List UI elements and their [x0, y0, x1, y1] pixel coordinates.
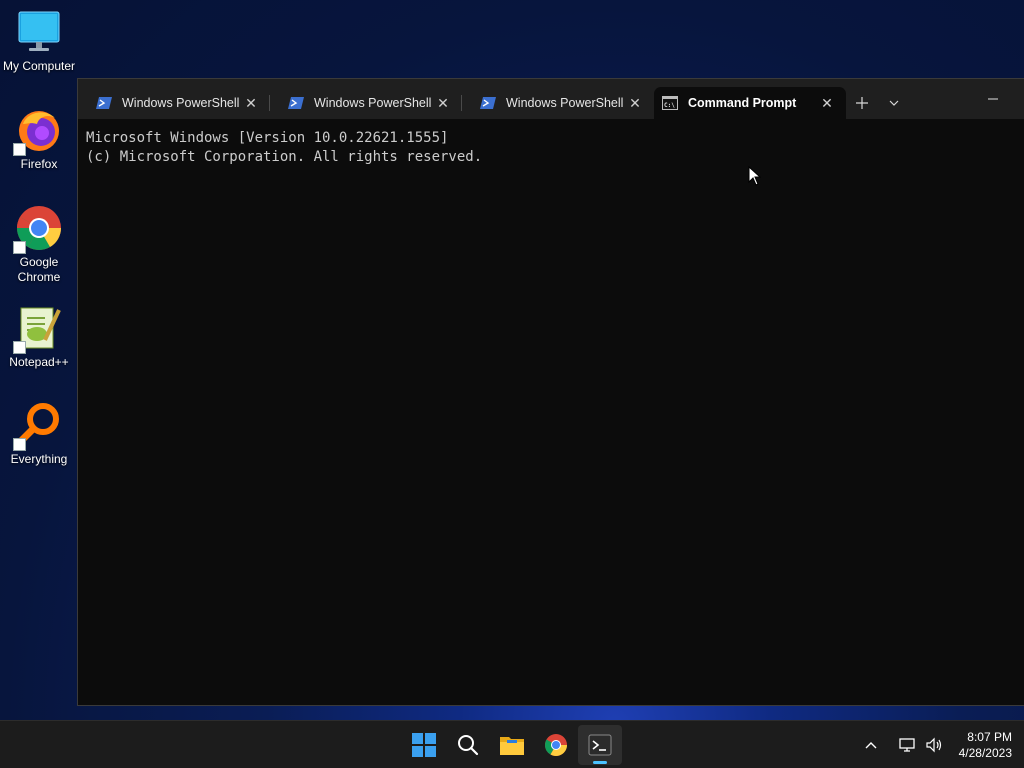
powershell-icon: [96, 97, 112, 109]
shortcut-arrow-icon: [13, 241, 26, 254]
monitor-icon: [15, 8, 63, 56]
shortcut-arrow-icon: [13, 438, 26, 451]
close-icon[interactable]: ✕: [242, 94, 260, 112]
desktop-icon-label: Everything: [10, 452, 68, 466]
close-icon[interactable]: ✕: [818, 94, 836, 112]
network-button[interactable]: [893, 725, 921, 765]
taskbar-apps: [402, 721, 622, 768]
minimize-icon: [988, 98, 998, 100]
terminal-window: Windows PowerShell ✕ Windows PowerShell …: [77, 78, 1024, 706]
tab-bar: Windows PowerShell ✕ Windows PowerShell …: [78, 79, 1024, 119]
new-tab-button[interactable]: [846, 87, 878, 119]
terminal-taskbar-button[interactable]: [578, 725, 622, 765]
chrome-icon: [545, 734, 567, 756]
plus-icon: [856, 97, 868, 109]
clock-date: 4/28/2023: [958, 746, 1012, 760]
notepadpp-icon: [13, 304, 63, 354]
terminal-icon: [588, 734, 612, 756]
terminal-line: Microsoft Windows [Version 10.0.22621.15…: [86, 130, 449, 146]
shortcut-arrow-icon: [13, 341, 26, 354]
network-icon: [898, 738, 915, 752]
tab-dropdown-button[interactable]: [878, 87, 910, 119]
chrome-icon: [13, 204, 63, 254]
tab-title: Command Prompt: [688, 96, 797, 110]
chevron-down-icon: [889, 100, 899, 106]
desktop-icon-label: Notepad++: [9, 355, 69, 369]
tab-powershell-2[interactable]: Windows PowerShell ✕: [270, 87, 462, 119]
desktop-icon-label: Google Chrome: [17, 255, 61, 284]
search-button[interactable]: [446, 725, 490, 765]
cmd-icon: C:\: [662, 96, 678, 110]
start-icon: [412, 733, 436, 757]
minimize-button[interactable]: [970, 79, 1016, 119]
show-hidden-icons-button[interactable]: [857, 725, 885, 765]
chrome-taskbar-button[interactable]: [534, 725, 578, 765]
desktop-icon-everything[interactable]: Everything: [0, 401, 78, 467]
system-tray: 8:07 PM 4/28/2023: [857, 721, 1024, 768]
close-icon[interactable]: ✕: [626, 94, 644, 112]
tab-title: Windows PowerShell: [506, 96, 624, 110]
shortcut-arrow-icon: [13, 143, 26, 156]
svg-text:C:\: C:\: [664, 102, 675, 109]
file-explorer-button[interactable]: [490, 725, 534, 765]
powershell-icon: [288, 97, 304, 109]
close-icon[interactable]: ✕: [434, 94, 452, 112]
chevron-up-icon: [865, 742, 877, 749]
tab-powershell-1[interactable]: Windows PowerShell ✕: [78, 87, 270, 119]
desktop-icon-firefox[interactable]: Firefox: [0, 106, 78, 172]
mouse-cursor-icon: [748, 166, 762, 186]
everything-search-icon: [13, 401, 63, 451]
powershell-icon: [480, 97, 496, 109]
volume-button[interactable]: [921, 725, 949, 765]
desktop-icon-label: My Computer: [2, 59, 76, 73]
tab-title: Windows PowerShell: [122, 96, 240, 110]
search-icon: [458, 735, 479, 756]
desktop-icon-my-computer[interactable]: My Computer: [0, 8, 78, 74]
tab-powershell-3[interactable]: Windows PowerShell ✕: [462, 87, 654, 119]
desktop-icon-notepadpp[interactable]: Notepad++: [0, 304, 78, 370]
clock[interactable]: 8:07 PM 4/28/2023: [959, 729, 1012, 761]
firefox-icon: [13, 106, 63, 156]
terminal-line: (c) Microsoft Corporation. All rights re…: [86, 149, 483, 165]
terminal-output[interactable]: Microsoft Windows [Version 10.0.22621.15…: [78, 119, 1024, 177]
taskbar: 8:07 PM 4/28/2023: [0, 720, 1024, 768]
file-explorer-icon: [500, 737, 524, 755]
clock-time: 8:07 PM: [967, 730, 1012, 744]
desktop-icon-label: Firefox: [20, 157, 58, 171]
tab-command-prompt[interactable]: C:\ Command Prompt ✕: [654, 87, 846, 119]
tab-title: Windows PowerShell: [314, 96, 432, 110]
volume-icon: [926, 737, 941, 753]
start-button[interactable]: [402, 725, 446, 765]
desktop-icon-chrome[interactable]: Google Chrome: [0, 204, 78, 285]
running-indicator: [593, 761, 607, 764]
